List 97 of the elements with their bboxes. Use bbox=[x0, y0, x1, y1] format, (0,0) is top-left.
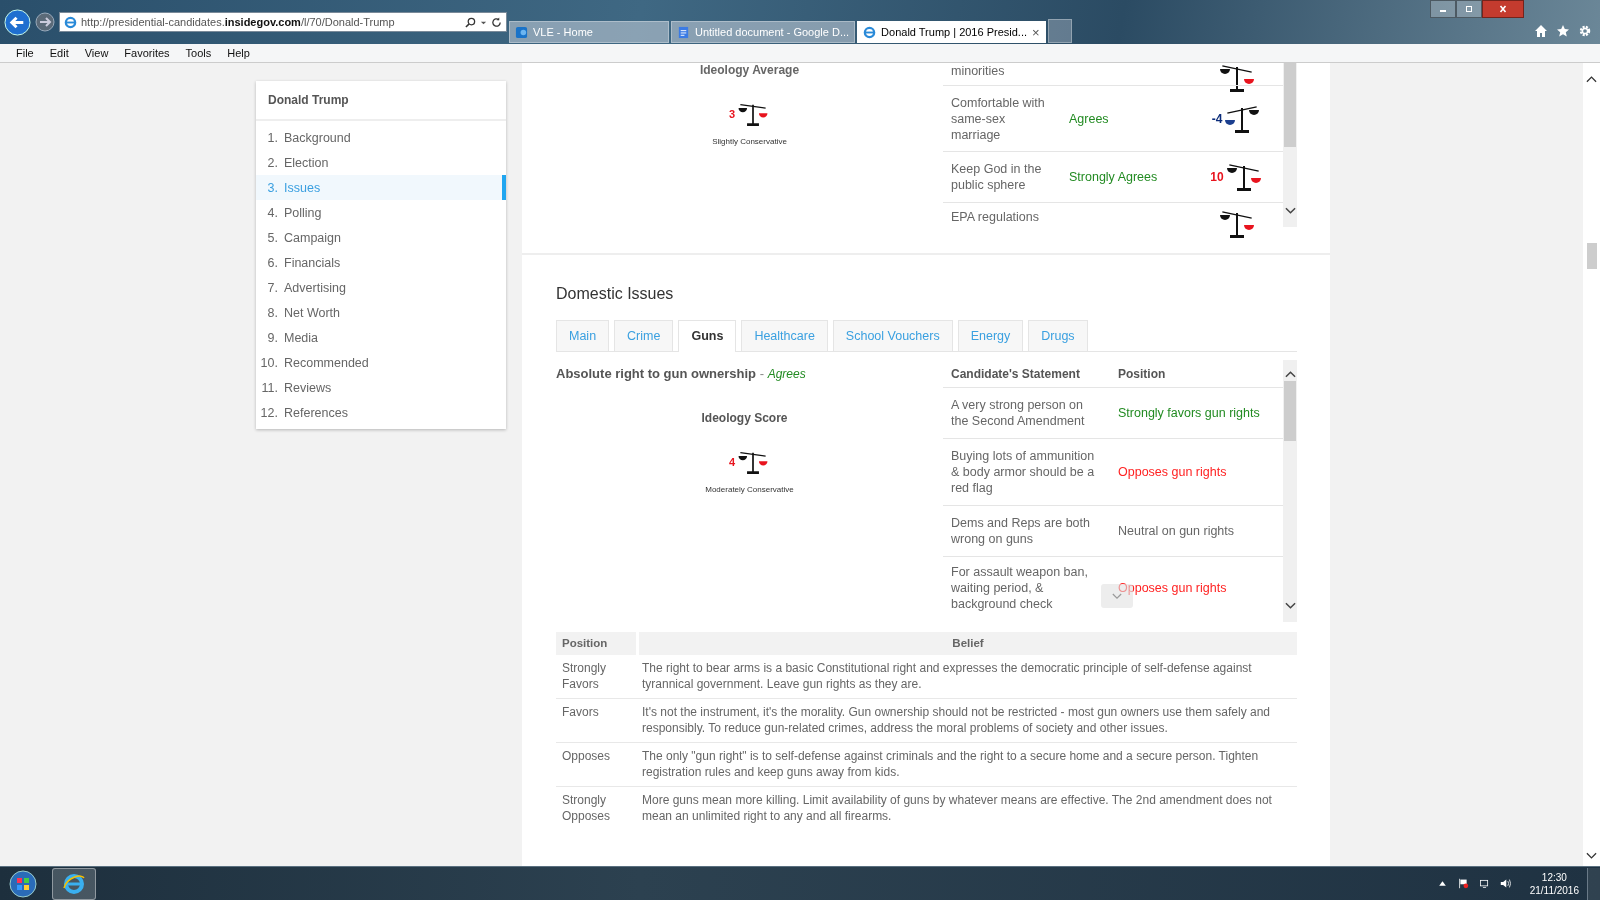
url-text: http://presidential-candidates.insidegov.com/l/70/Donald-Trump bbox=[81, 16, 396, 28]
column-header: Position bbox=[1117, 365, 1167, 382]
scrollbar[interactable] bbox=[1283, 360, 1297, 622]
statement-cell-text: Buying lots of ammunition & body armor should be a red flag bbox=[950, 448, 1096, 496]
scrollbar-thumb[interactable] bbox=[1284, 63, 1296, 147]
sidebar-item[interactable]: 2. Election bbox=[256, 150, 506, 175]
ideology-label: Slightly Conservative bbox=[712, 137, 787, 146]
browser-icon bbox=[863, 25, 877, 39]
column-header: Belief bbox=[639, 632, 1297, 655]
show-desktop-button[interactable] bbox=[1587, 867, 1600, 900]
browser-icon bbox=[62, 871, 86, 896]
scrollbar-thumb[interactable] bbox=[1284, 381, 1296, 441]
address-bar[interactable]: http://presidential-candidates.insidegov.com/l/70/Donald-Trump bbox=[59, 12, 507, 32]
score-value: 4 bbox=[728, 456, 736, 468]
section-heading: Domestic Issues bbox=[556, 285, 675, 303]
menu-item[interactable]: Favorites bbox=[116, 47, 178, 59]
menu-item[interactable]: Help bbox=[219, 47, 258, 59]
sidebar-item[interactable]: 10. Recommended bbox=[256, 350, 506, 375]
column-header: Position bbox=[556, 632, 636, 655]
issue-tab[interactable]: Guns bbox=[678, 320, 737, 352]
scroll-up-icon[interactable] bbox=[1284, 370, 1296, 378]
statement-cell-text: minorities bbox=[950, 63, 1006, 79]
refresh-icon[interactable] bbox=[491, 16, 502, 28]
scrollbar[interactable] bbox=[1283, 63, 1297, 227]
statement-cell-text: Keep God in the public sphere bbox=[950, 161, 1043, 193]
page-icon bbox=[64, 15, 77, 29]
table-cell-text: Favors bbox=[561, 703, 600, 721]
sidebar-item[interactable]: 7. Advertising bbox=[256, 275, 506, 300]
tray-arrow-icon[interactable] bbox=[1436, 878, 1448, 889]
sharepoint-icon bbox=[515, 25, 528, 39]
table-cell-text: Opposes bbox=[561, 747, 612, 765]
flag-icon[interactable] bbox=[1457, 878, 1469, 889]
statement-cell-text: Comfortable with same-sex marriage bbox=[950, 94, 1046, 143]
scrollbar-thumb[interactable] bbox=[1586, 243, 1597, 269]
start-button[interactable] bbox=[8, 868, 38, 899]
ideology-label: Moderately Conservative bbox=[705, 485, 794, 494]
position-cell: Agrees bbox=[1069, 111, 1109, 126]
settings-icon[interactable] bbox=[1578, 24, 1592, 38]
maximize-button[interactable] bbox=[1456, 0, 1482, 18]
minimize-button[interactable] bbox=[1430, 0, 1456, 18]
close-tab-button[interactable]: × bbox=[1032, 24, 1040, 40]
menu-item[interactable]: Edit bbox=[41, 47, 77, 59]
table-cell-text: Strongly Opposes bbox=[561, 791, 612, 825]
star-icon[interactable] bbox=[1556, 24, 1570, 38]
sidebar-item[interactable]: 6. Financials bbox=[256, 250, 506, 275]
scroll-up-icon[interactable] bbox=[1586, 75, 1597, 83]
ideology-score-heading: Ideology Score bbox=[701, 411, 788, 425]
statement-cell-text: A very strong person on the Second Amendment bbox=[950, 397, 1086, 429]
back-button[interactable] bbox=[4, 8, 31, 36]
position-cell: Strongly favors gun rights bbox=[1118, 406, 1260, 420]
score-value: 3 bbox=[728, 108, 736, 120]
volume-icon[interactable] bbox=[1499, 878, 1511, 889]
document-icon bbox=[677, 25, 690, 39]
sidebar-item[interactable]: 8. Net Worth bbox=[256, 300, 506, 325]
scroll-down-icon[interactable] bbox=[1284, 207, 1296, 215]
forward-button[interactable] bbox=[35, 12, 55, 32]
scroll-down-icon[interactable] bbox=[1284, 602, 1296, 610]
new-tab-button[interactable] bbox=[1047, 19, 1072, 43]
section-heading: Ideology Average bbox=[699, 63, 800, 77]
sidebar-item[interactable]: 1. Background bbox=[256, 125, 506, 150]
taskbar-browser-button[interactable] bbox=[52, 867, 96, 900]
sidebar-title: Donald Trump bbox=[256, 81, 506, 121]
table-cell-text: More guns mean more killing. Limit availability of guns by whatever means are effective. The 2nd amendment does not mean an unlimited right to any and all firearms. bbox=[641, 791, 1273, 825]
table-cell-text: Strongly Favors bbox=[561, 659, 608, 693]
scroll-down-icon[interactable] bbox=[1586, 852, 1597, 860]
close-icon bbox=[1498, 5, 1508, 13]
position-cell: Strongly Agrees bbox=[1069, 170, 1158, 184]
table-cell-text: The only "gun right" is to self-defense against criminals and the right to a secure home and a secure person. Tighten registration rules and keep guns away from kids. bbox=[641, 747, 1260, 781]
score-value: -4 bbox=[1211, 110, 1223, 127]
position-cell: Opposes gun rights bbox=[1118, 465, 1227, 479]
statement-cell-text: Dems and Reps are both wrong on guns bbox=[950, 515, 1091, 547]
issue-title: Absolute right to gun ownership - Agrees bbox=[556, 366, 806, 381]
position-cell: Neutral on gun rights bbox=[1118, 524, 1235, 538]
statement-cell-text: For assault weapon ban, waiting period, & background check bbox=[950, 564, 1089, 612]
clock-time[interactable]: 12:30 bbox=[1541, 870, 1567, 884]
sidebar-item[interactable]: 4. Polling bbox=[256, 200, 506, 225]
table-cell-text: The right to bear arms is a basic Constitutional right and expresses the democratic principle of self-defense against tyrannical government. Leave gun rights as they are. bbox=[641, 659, 1253, 693]
sidebar-item[interactable]: 11. Reviews bbox=[256, 375, 506, 400]
network-icon[interactable] bbox=[1478, 878, 1490, 889]
statement-cell-text: EPA regulations bbox=[950, 209, 1041, 225]
clock-date[interactable]: 21/11/2016 bbox=[1529, 883, 1579, 897]
menu-item[interactable]: File bbox=[8, 47, 42, 59]
sidebar-item[interactable]: 9. Media bbox=[256, 325, 506, 350]
score-value: 10 bbox=[1210, 169, 1224, 185]
sidebar-item[interactable]: 5. Campaign bbox=[256, 225, 506, 250]
sidebar-item[interactable]: 12. References bbox=[256, 400, 506, 425]
browser-tab[interactable]: Donald Trump | 2016 Presid... × bbox=[857, 21, 1046, 43]
home-icon[interactable] bbox=[1534, 24, 1548, 38]
table-cell-text: It's not the instrument, it's the morality. Gun ownership should not be restricted - most gun owners use them safely and responsibly. To reduce gun-related crimes, address the moral problems of society and other issues. bbox=[641, 703, 1271, 737]
menu-item[interactable]: View bbox=[76, 47, 117, 59]
position-cell: Opposes gun rights bbox=[1118, 581, 1227, 595]
maximize-icon bbox=[1464, 5, 1474, 13]
close-button[interactable] bbox=[1482, 0, 1524, 18]
menu-item[interactable]: Tools bbox=[177, 47, 220, 59]
search-icon[interactable] bbox=[465, 16, 476, 28]
page-scrollbar[interactable] bbox=[1583, 63, 1600, 866]
column-header: Candidate's Statement bbox=[950, 365, 1081, 382]
